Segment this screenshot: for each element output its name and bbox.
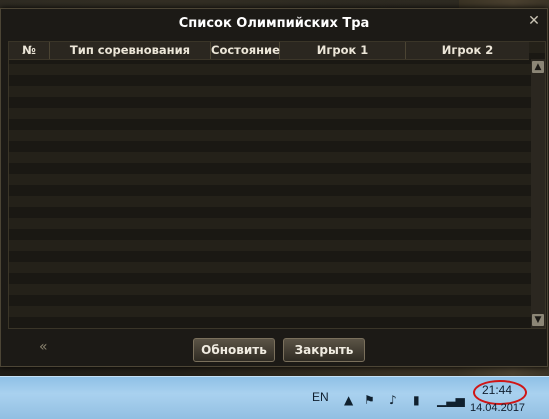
olympiad-list-dialog: Список Олимпийских Тра ✕ № Тип соревнова…: [0, 8, 548, 367]
chevron-left-icon: «: [39, 339, 48, 355]
column-header-number[interactable]: №: [9, 42, 50, 59]
volume-icon[interactable]: ♪: [389, 393, 397, 407]
action-center-flag-icon[interactable]: ⚑: [364, 393, 375, 407]
list-header: № Тип соревнования Состояние Игрок 1 Игр…: [9, 42, 529, 60]
column-header-type[interactable]: Тип соревнования: [50, 42, 211, 59]
dialog-title: Список Олимпийских Тра: [178, 16, 370, 31]
clock-date[interactable]: 14.04.2017: [470, 402, 525, 414]
scroll-down-icon[interactable]: ▼: [532, 314, 544, 326]
close-icon[interactable]: ✕: [527, 13, 541, 29]
list-scrollbar[interactable]: ▲ ▼: [531, 59, 545, 328]
power-icon[interactable]: ▮: [413, 393, 420, 407]
scroll-up-icon[interactable]: ▲: [532, 61, 544, 73]
close-button[interactable]: Закрыть: [283, 338, 365, 362]
network-icon[interactable]: ▁▃▅: [437, 393, 465, 407]
column-header-status[interactable]: Состояние: [211, 42, 280, 59]
windows-taskbar: [0, 376, 549, 419]
tray-expand-icon[interactable]: ▲: [344, 393, 353, 407]
refresh-button[interactable]: Обновить: [193, 338, 275, 362]
column-header-player1[interactable]: Игрок 1: [280, 42, 406, 59]
language-indicator[interactable]: EN: [312, 390, 329, 404]
olympiad-list: № Тип соревнования Состояние Игрок 1 Игр…: [8, 41, 546, 329]
column-header-player2[interactable]: Игрок 2: [406, 42, 529, 59]
clock-time[interactable]: 21:44: [482, 383, 512, 397]
